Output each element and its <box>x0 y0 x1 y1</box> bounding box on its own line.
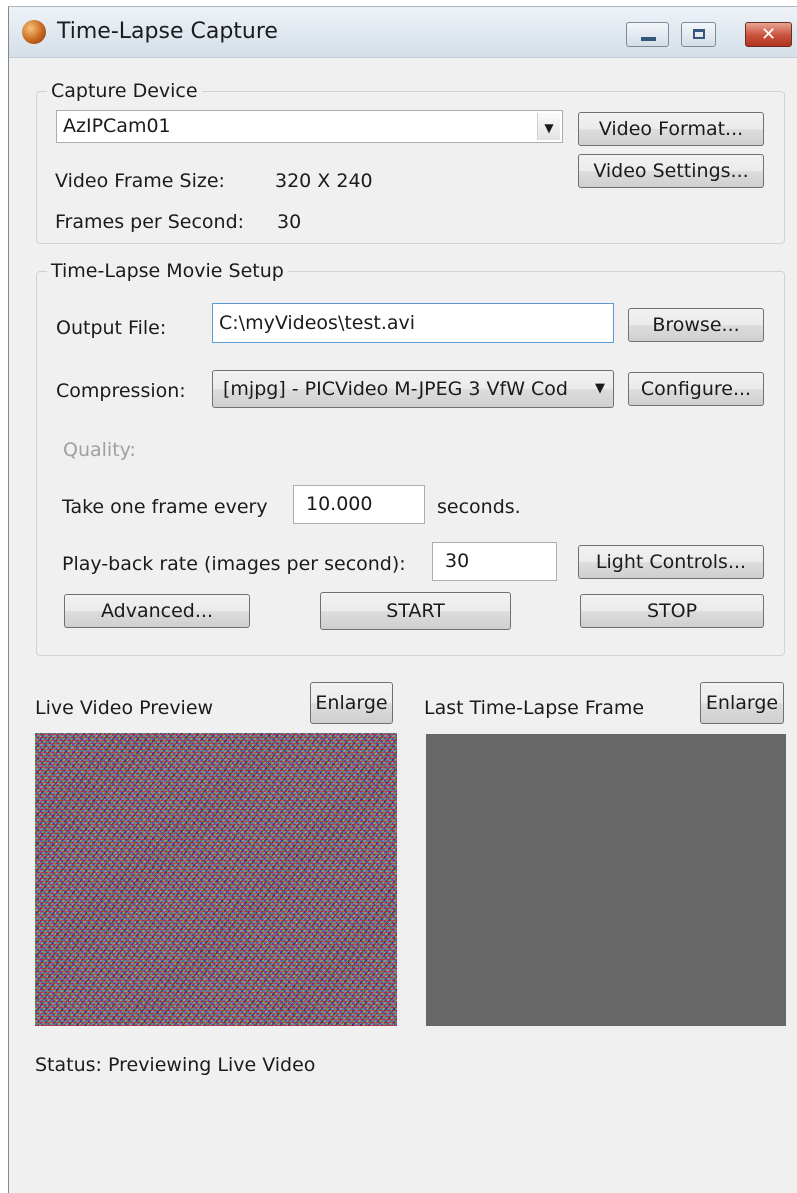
compression-select[interactable]: [mjpg] - PICVideo M-JPEG 3 VfW Cod ▼ <box>212 370 614 408</box>
camera-app-icon <box>22 20 46 44</box>
configure-button[interactable]: Configure... <box>628 372 764 406</box>
interval-value: 10.000 <box>306 493 373 515</box>
frame-size-label: Video Frame Size: <box>55 170 225 192</box>
live-enlarge-button[interactable]: Enlarge <box>310 682 393 724</box>
quality-label: Quality: <box>63 439 136 461</box>
output-file-value: C:\myVideos\test.avi <box>219 312 416 334</box>
playback-rate-value: 30 <box>445 550 470 572</box>
live-preview-label: Live Video Preview <box>35 697 214 719</box>
compression-label: Compression: <box>56 380 186 402</box>
video-format-button[interactable]: Video Format... <box>578 112 764 146</box>
interval-suffix-label: seconds. <box>437 496 521 518</box>
frame-size-value: 320 X 240 <box>275 170 373 192</box>
playback-rate-input[interactable]: 30 <box>432 542 557 581</box>
maximize-button[interactable] <box>681 22 716 47</box>
capture-device-selected-value: AzIPCam01 <box>63 115 171 137</box>
capture-device-group-label: Capture Device <box>47 80 202 102</box>
interval-prefix-label: Take one frame every <box>62 496 268 518</box>
playback-rate-label: Play-back rate (images per second): <box>62 553 406 575</box>
last-frame-label: Last Time-Lapse Frame <box>424 697 645 719</box>
capture-device-select[interactable]: AzIPCam01 ▼ <box>56 110 563 143</box>
live-video-preview <box>35 733 397 1026</box>
movie-setup-group-label: Time-Lapse Movie Setup <box>47 260 288 282</box>
interval-input[interactable]: 10.000 <box>293 485 425 524</box>
title-bar[interactable]: Time-Lapse Capture ✕ <box>9 7 797 58</box>
fps-label: Frames per Second: <box>55 211 245 233</box>
status-text: Status: Previewing Live Video <box>35 1054 316 1076</box>
minimize-button[interactable] <box>626 22 669 47</box>
last-frame-enlarge-button[interactable]: Enlarge <box>700 682 784 724</box>
chevron-down-icon: ▼ <box>537 113 560 140</box>
video-settings-button[interactable]: Video Settings... <box>578 154 764 188</box>
main-window: Time-Lapse Capture ✕ Capture Device AzIP… <box>8 6 797 1193</box>
compression-selected-value: [mjpg] - PICVideo M-JPEG 3 VfW Cod <box>223 378 568 400</box>
stop-button[interactable]: STOP <box>580 594 764 628</box>
output-file-input[interactable]: C:\myVideos\test.avi <box>212 303 614 343</box>
window-title: Time-Lapse Capture <box>57 19 278 44</box>
last-time-lapse-frame <box>426 734 786 1026</box>
light-controls-button[interactable]: Light Controls... <box>578 545 764 579</box>
browse-button[interactable]: Browse... <box>628 308 764 342</box>
chevron-down-icon: ▼ <box>595 381 605 396</box>
maximize-icon <box>693 29 705 39</box>
output-file-label: Output File: <box>56 317 167 339</box>
fps-value: 30 <box>277 211 302 233</box>
close-button[interactable]: ✕ <box>745 22 792 47</box>
close-icon: ✕ <box>760 24 777 45</box>
minimize-icon <box>641 37 656 41</box>
start-button[interactable]: START <box>320 592 511 630</box>
advanced-button[interactable]: Advanced... <box>64 594 250 628</box>
